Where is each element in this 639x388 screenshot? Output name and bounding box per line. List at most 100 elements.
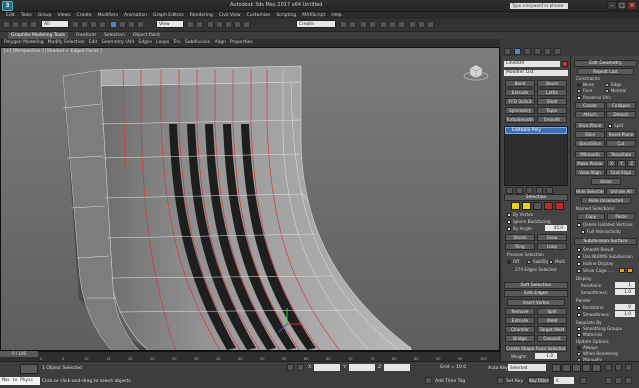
maxscript-listener[interactable]: Max to Physc xyxy=(0,377,40,385)
by-vertex-checkbox[interactable]: By Vertex xyxy=(507,212,533,217)
render-smoothness-checkbox[interactable]: Smoothness: xyxy=(577,312,610,317)
soft-selection-rollout[interactable]: Soft Selection xyxy=(504,282,568,289)
preview-multi-radio[interactable]: Multi xyxy=(549,259,565,264)
auto-key-button[interactable]: Auto Key xyxy=(488,366,508,371)
iterations-spinner[interactable]: 1 xyxy=(615,282,635,288)
menu-item-edit[interactable]: Edit xyxy=(6,12,15,19)
menu-item-customize[interactable]: Customize xyxy=(247,12,271,19)
relax-button[interactable]: Relax xyxy=(591,178,621,185)
create-tab-icon[interactable] xyxy=(504,48,511,55)
create-shape-button[interactable]: Create Shape From Selection xyxy=(505,345,567,352)
ribbon-panel-loops[interactable]: Loops xyxy=(156,39,169,47)
object-name-field[interactable]: Line009 xyxy=(504,61,560,67)
materials-checkbox[interactable]: Materials xyxy=(577,332,602,337)
render-setup-icon[interactable] xyxy=(409,21,416,28)
rect-selection-icon[interactable] xyxy=(90,21,97,28)
object-color-swatch[interactable] xyxy=(562,61,568,67)
modifier-button-turbosmooth[interactable]: TurboSmooth xyxy=(505,116,535,123)
undo-icon[interactable] xyxy=(3,21,10,28)
pivot-center-icon[interactable] xyxy=(187,21,194,28)
unlink-icon[interactable] xyxy=(30,21,37,28)
slice-plane-button[interactable]: Slice Plane xyxy=(575,122,605,129)
tessellate-button[interactable]: Tessellate xyxy=(606,151,636,158)
make-planar-button[interactable]: Make Planar xyxy=(575,160,605,167)
loop-button[interactable]: Loop xyxy=(537,243,567,250)
smooth-result-checkbox[interactable]: Smooth Result xyxy=(577,247,613,252)
copy-button[interactable]: Copy xyxy=(577,213,605,220)
preserve-uvs-checkbox[interactable]: Preserve UVs xyxy=(577,95,611,100)
menu-item-animation[interactable]: Animation xyxy=(124,12,147,19)
smoothness-spinner[interactable]: 1.0 xyxy=(615,289,635,295)
close-icon[interactable]: × xyxy=(627,1,637,10)
motion-tab-icon[interactable] xyxy=(534,48,541,55)
show-cage-checkbox[interactable]: Show Cage...... xyxy=(577,268,614,273)
attach-button[interactable]: Attach xyxy=(575,111,605,118)
minimize-icon[interactable]: – xyxy=(607,1,617,10)
ribbon-panel-properties[interactable]: Properties xyxy=(230,39,253,47)
utilities-tab-icon[interactable] xyxy=(554,48,561,55)
redo-icon[interactable] xyxy=(12,21,19,28)
element-mode-icon[interactable] xyxy=(555,202,564,210)
ribbon-panel-modify-selection[interactable]: Modify Selection xyxy=(48,39,85,47)
perspective-viewport[interactable]: [+] [Perspective ] [Shaded + Edged Faces… xyxy=(0,47,500,351)
zoom-icon[interactable] xyxy=(605,364,612,371)
repeat-last-button[interactable]: Repeat Last xyxy=(577,68,634,75)
mirror-icon[interactable] xyxy=(340,21,347,28)
full-interactivity-checkbox[interactable]: Full Interactivity xyxy=(581,229,621,234)
ribbon-panel-polygon-modeling[interactable]: Polygon Modeling xyxy=(4,39,44,47)
constraint-edge-radio[interactable]: Edge xyxy=(605,82,622,87)
absolute-mode-icon[interactable] xyxy=(297,364,304,371)
snaps-toggle-icon[interactable] xyxy=(216,21,223,28)
spinner-snap-icon[interactable] xyxy=(243,21,250,28)
goto-start-icon[interactable] xyxy=(552,364,561,372)
pan-icon[interactable] xyxy=(615,377,622,384)
hide-selected-button[interactable]: Hide Selected xyxy=(575,188,605,195)
modifier-button-taper[interactable]: Taper xyxy=(537,107,567,114)
ignore-backfacing-checkbox[interactable]: Ignore Backfacing xyxy=(507,219,551,224)
current-frame-field[interactable]: 0 xyxy=(554,377,574,384)
slice-button[interactable]: Slice xyxy=(575,131,605,138)
paste-button[interactable]: Paste xyxy=(607,213,635,220)
angle-snap-icon[interactable] xyxy=(225,21,232,28)
quickslice-button[interactable]: QuickSlice xyxy=(575,140,605,147)
viewcube-icon[interactable] xyxy=(463,62,489,82)
configure-sets-icon[interactable] xyxy=(546,187,553,194)
select-manipulate-icon[interactable] xyxy=(196,21,203,28)
render-iterations-checkbox[interactable]: Iterations: xyxy=(577,305,604,310)
modifier-stack[interactable]: Editable Poly xyxy=(504,126,568,186)
constraint-face-radio[interactable]: Face xyxy=(577,88,592,93)
vertex-mode-icon[interactable] xyxy=(511,202,520,210)
z-coord-field[interactable] xyxy=(384,364,410,371)
rotate-icon[interactable] xyxy=(119,21,126,28)
modifier-button-symmetry[interactable]: Symmetry xyxy=(505,107,535,114)
modify-tab-icon[interactable] xyxy=(514,48,521,55)
show-end-result-icon[interactable] xyxy=(516,187,523,194)
ribbon-panel-edges[interactable]: Edges xyxy=(138,39,152,47)
render-smoothness-spinner[interactable]: 1.0 xyxy=(615,311,635,317)
border-mode-icon[interactable] xyxy=(533,202,542,210)
modifier-button-lathe[interactable]: Lathe xyxy=(537,89,567,96)
place-icon[interactable] xyxy=(137,21,144,28)
stack-item-editable-poly[interactable]: Editable Poly xyxy=(505,127,567,134)
bridge-button[interactable]: Bridge xyxy=(505,335,535,342)
grid-align-button[interactable]: Grid Align xyxy=(606,169,636,176)
menu-item-civil-view[interactable]: Civil View xyxy=(219,12,241,19)
reference-coord-dropdown[interactable]: View xyxy=(156,20,184,28)
prev-frame-icon[interactable] xyxy=(562,364,571,372)
next-frame-icon[interactable] xyxy=(582,364,591,372)
x-coord-field[interactable] xyxy=(314,364,340,371)
cage-color-1-swatch[interactable] xyxy=(619,268,625,273)
by-angle-checkbox[interactable]: By Angle: xyxy=(507,226,533,231)
goto-end-icon[interactable] xyxy=(592,364,601,372)
modifier-button-bend[interactable]: Bend xyxy=(505,80,535,87)
menu-item-rendering[interactable]: Rendering xyxy=(190,12,213,19)
msmooth-button[interactable]: MSmooth xyxy=(575,151,605,158)
weight-spinner[interactable]: 1.0 xyxy=(535,353,557,359)
viewport-label[interactable]: [+] [Perspective ] [Shaded + Edged Faces… xyxy=(4,49,102,54)
move-icon[interactable] xyxy=(110,21,117,28)
planar-z-button[interactable]: Z xyxy=(627,160,636,167)
zoom-all-icon[interactable] xyxy=(615,364,622,371)
ribbon-tab-freeform[interactable]: Freeform xyxy=(76,32,96,39)
menu-item-views[interactable]: Views xyxy=(58,12,71,19)
ribbon-tab-object-paint[interactable]: Object Paint xyxy=(133,32,160,39)
